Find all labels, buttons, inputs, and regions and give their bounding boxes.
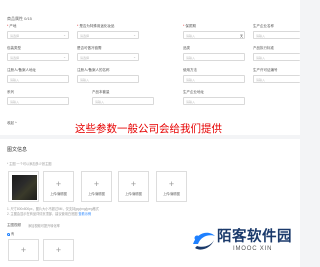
plus-icon: +	[168, 179, 175, 189]
manufacturer-address-input[interactable]: 请输入	[183, 97, 245, 105]
logo-swirl-icon	[193, 232, 215, 250]
registrant-name-input[interactable]: 请输入	[77, 75, 139, 83]
label-license: 生产许可证编号	[253, 68, 278, 72]
standard-input[interactable]: 请输入	[253, 53, 300, 61]
chevron-down-icon: ⌄	[63, 55, 66, 59]
special-use-select[interactable]: 请选择 ⌄	[77, 31, 139, 39]
label-shelf-life: *保质期	[183, 24, 196, 28]
label-origin: *产地	[7, 24, 17, 28]
upload-image-button-2[interactable]: + 上传/编辑图	[81, 171, 112, 202]
main-image-thumbnail[interactable]	[8, 171, 39, 202]
video-label: 主图视频	[7, 223, 21, 227]
label-category: 品类	[183, 46, 190, 50]
chevron-down-icon: ⌄	[63, 33, 66, 37]
upload-image-button-4[interactable]: + 上传/编辑图	[156, 171, 187, 202]
label-special-use: *是否为特殊用途化妆品	[77, 24, 115, 28]
upload-extra-button[interactable]: +	[43, 239, 74, 261]
plus-icon: +	[130, 179, 137, 189]
annotation-text: 这些参数一般公司会给我们提供	[75, 123, 222, 135]
label-registrant-address: 注册人/备案人地址	[7, 68, 36, 72]
collapse-toggle[interactable]: 收起 ^	[7, 121, 17, 126]
product-attributes-panel: 商品属性 0/15 *产地 请选择 ⌄ *是否为特殊用途化妆品 请选择 ⌄ *保质期…	[0, 0, 300, 135]
main-images-hint: * 主图 一个可以添加多少张主图	[7, 162, 52, 166]
chevron-down-icon: ⌄	[133, 55, 136, 59]
view-example-link[interactable]: 查看示例	[78, 212, 91, 216]
category-input[interactable]: 请输入	[183, 53, 245, 61]
label-set-quantity: 产品本套量	[92, 90, 110, 94]
upload-image-button-1[interactable]: + 上传/编辑图	[43, 171, 74, 202]
plus-icon: +	[55, 245, 62, 255]
plus-icon: +	[93, 179, 100, 189]
cold-chain-select[interactable]: 请选择 ⌄	[77, 53, 139, 61]
label-usage: 使用方法	[183, 68, 197, 72]
set-quantity-input[interactable]: 请输入	[92, 97, 154, 105]
product-photo	[12, 175, 37, 200]
manufacturer-input[interactable]: 请输入	[253, 31, 300, 39]
video-hint: 添加视频可提升转化率	[28, 224, 60, 228]
shelf-life-input[interactable]: 请输入天	[183, 31, 245, 39]
plus-icon: +	[20, 245, 27, 255]
chevron-down-icon: ⌄	[133, 33, 136, 37]
series-input[interactable]: 请输入	[7, 97, 69, 105]
upload-image-button-3[interactable]: + 上传/编辑图	[118, 171, 149, 202]
origin-select[interactable]: 请选择 ⌄	[7, 31, 69, 39]
plus-icon: +	[55, 179, 62, 189]
label-series: 系列	[7, 90, 14, 94]
image-note-2: 2. 主图会显示在商品详情页顶部，建议使用白底图 查看示例	[7, 212, 92, 216]
package-type-select[interactable]: 请选择 ⌄	[7, 53, 69, 61]
label-manufacturer-address: 生产企业地址	[183, 90, 204, 94]
usage-input[interactable]: 请输入	[183, 75, 245, 83]
label-registrant-name: 注册人/备案人的名称	[77, 68, 110, 72]
label-standard: 产品执行标准	[253, 46, 274, 50]
upload-video-button[interactable]: +	[8, 239, 39, 261]
shelf-life-unit: 天	[239, 33, 243, 38]
video-radio[interactable]: 有	[7, 231, 14, 236]
watermark-logo: 陌客软件园 IMOOC XIN	[189, 224, 297, 260]
registrant-address-input[interactable]: 请输入	[7, 75, 69, 83]
attributes-title: 商品属性 0/15	[7, 16, 32, 21]
media-title: 图文信息	[7, 147, 28, 153]
label-manufacturer: 生产企业名称	[253, 24, 274, 28]
watermark-title: 陌客软件园	[217, 229, 292, 245]
watermark-subtitle: IMOOC XIN	[233, 246, 273, 252]
label-cold-chain: 是否可做冷链需	[77, 46, 102, 50]
license-input[interactable]: 请输入	[253, 75, 300, 83]
label-package-type: 包装类型	[7, 46, 21, 50]
radio-dot-icon	[7, 232, 10, 236]
